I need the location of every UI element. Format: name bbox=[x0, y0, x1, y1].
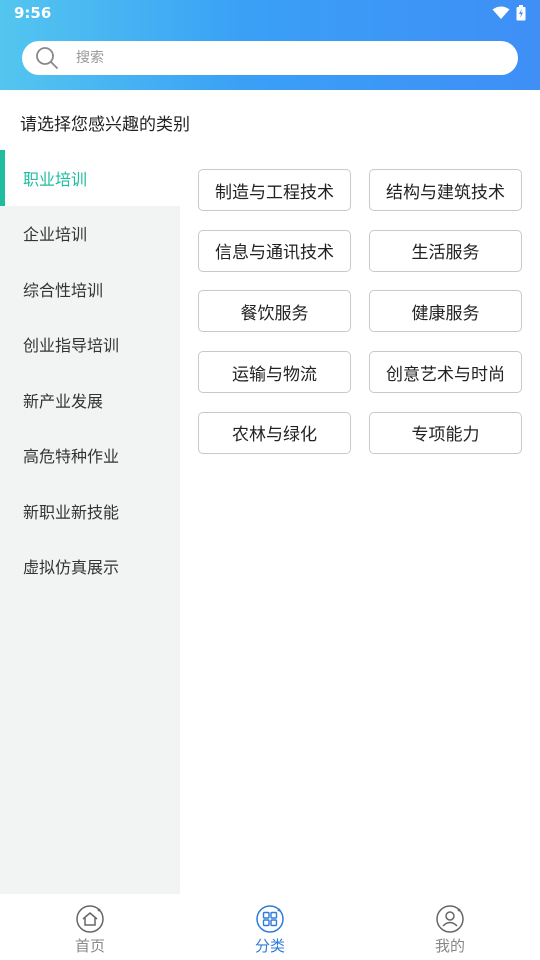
category-tag[interactable]: 制造与工程技术 bbox=[198, 169, 351, 211]
category-tag[interactable]: 餐饮服务 bbox=[198, 290, 351, 333]
search-input[interactable] bbox=[76, 50, 456, 66]
category-tag[interactable]: 运输与物流 bbox=[198, 351, 351, 394]
category-tag[interactable]: 结构与建筑技术 bbox=[369, 169, 522, 211]
sidebar-item[interactable]: 创业指导培训 bbox=[0, 317, 180, 373]
sidebar-item-label: 综合性培训 bbox=[23, 280, 104, 300]
sidebar: 职业培训企业培训综合性培训创业指导培训 新产业发展高危特种作业 新职业新技能 虚拟仿真… bbox=[0, 150, 180, 894]
sidebar-item-label: 高危特种作业 bbox=[23, 447, 120, 467]
active-indicator bbox=[0, 150, 5, 206]
tab-category[interactable]: 分类 bbox=[210, 894, 330, 960]
status-bar: 9:56 bbox=[0, 0, 540, 28]
sidebar-item-label: 新产业发展 bbox=[23, 391, 104, 411]
category-tag[interactable]: 信息与通讯技术 bbox=[198, 229, 351, 272]
sidebar-item[interactable]: 新产业发展 bbox=[0, 372, 180, 428]
tab-home-label: 首页 bbox=[74, 937, 105, 955]
status-icons bbox=[492, 5, 526, 21]
sidebar-item-label: 新职业新技能 bbox=[23, 502, 120, 522]
tab-profile[interactable]: 我的 bbox=[390, 894, 510, 960]
sidebar-item-label: 创业指导培训 bbox=[23, 336, 120, 356]
sidebar-item[interactable]: 新职业新技能 bbox=[0, 483, 180, 539]
sidebar-item-label: 职业培训 bbox=[23, 169, 88, 189]
tab-category-label: 分类 bbox=[254, 937, 285, 955]
sidebar-item-label: 虚拟仿真展示 bbox=[23, 558, 120, 578]
battery-icon bbox=[516, 5, 526, 21]
category-tag[interactable]: 创意艺术与时尚 bbox=[369, 351, 522, 394]
category-tag[interactable]: 生活服务 bbox=[369, 229, 522, 272]
status-time: 9:56 bbox=[14, 4, 52, 22]
category-prompt: 请选择您感兴趣的类别 bbox=[20, 115, 190, 135]
sidebar-item[interactable]: 职业培训 bbox=[0, 150, 180, 206]
category-tag[interactable]: 健康服务 bbox=[369, 290, 522, 333]
search-bar[interactable] bbox=[22, 41, 518, 75]
category-tag[interactable]: 农林与绿化 bbox=[198, 411, 351, 454]
category-icon bbox=[256, 905, 284, 933]
category-tag[interactable]: 专项能力 bbox=[369, 411, 522, 454]
tab-home[interactable]: 首页 bbox=[30, 894, 150, 960]
bottom-tab-bar: 首页 分类 我的 bbox=[0, 894, 540, 960]
sidebar-item[interactable]: 高危特种作业 bbox=[0, 428, 180, 484]
tab-profile-label: 我的 bbox=[434, 937, 465, 955]
user-icon bbox=[436, 905, 464, 933]
sidebar-item[interactable]: 虚拟仿真展示 bbox=[0, 539, 180, 595]
header: 9:56 bbox=[0, 0, 540, 90]
sidebar-item[interactable]: 综合性培训 bbox=[0, 261, 180, 317]
search-icon bbox=[36, 47, 58, 69]
wifi-icon bbox=[492, 6, 510, 19]
home-icon bbox=[76, 905, 104, 933]
sidebar-item-label: 企业培训 bbox=[23, 225, 88, 245]
sidebar-item[interactable]: 企业培训 bbox=[0, 206, 180, 262]
